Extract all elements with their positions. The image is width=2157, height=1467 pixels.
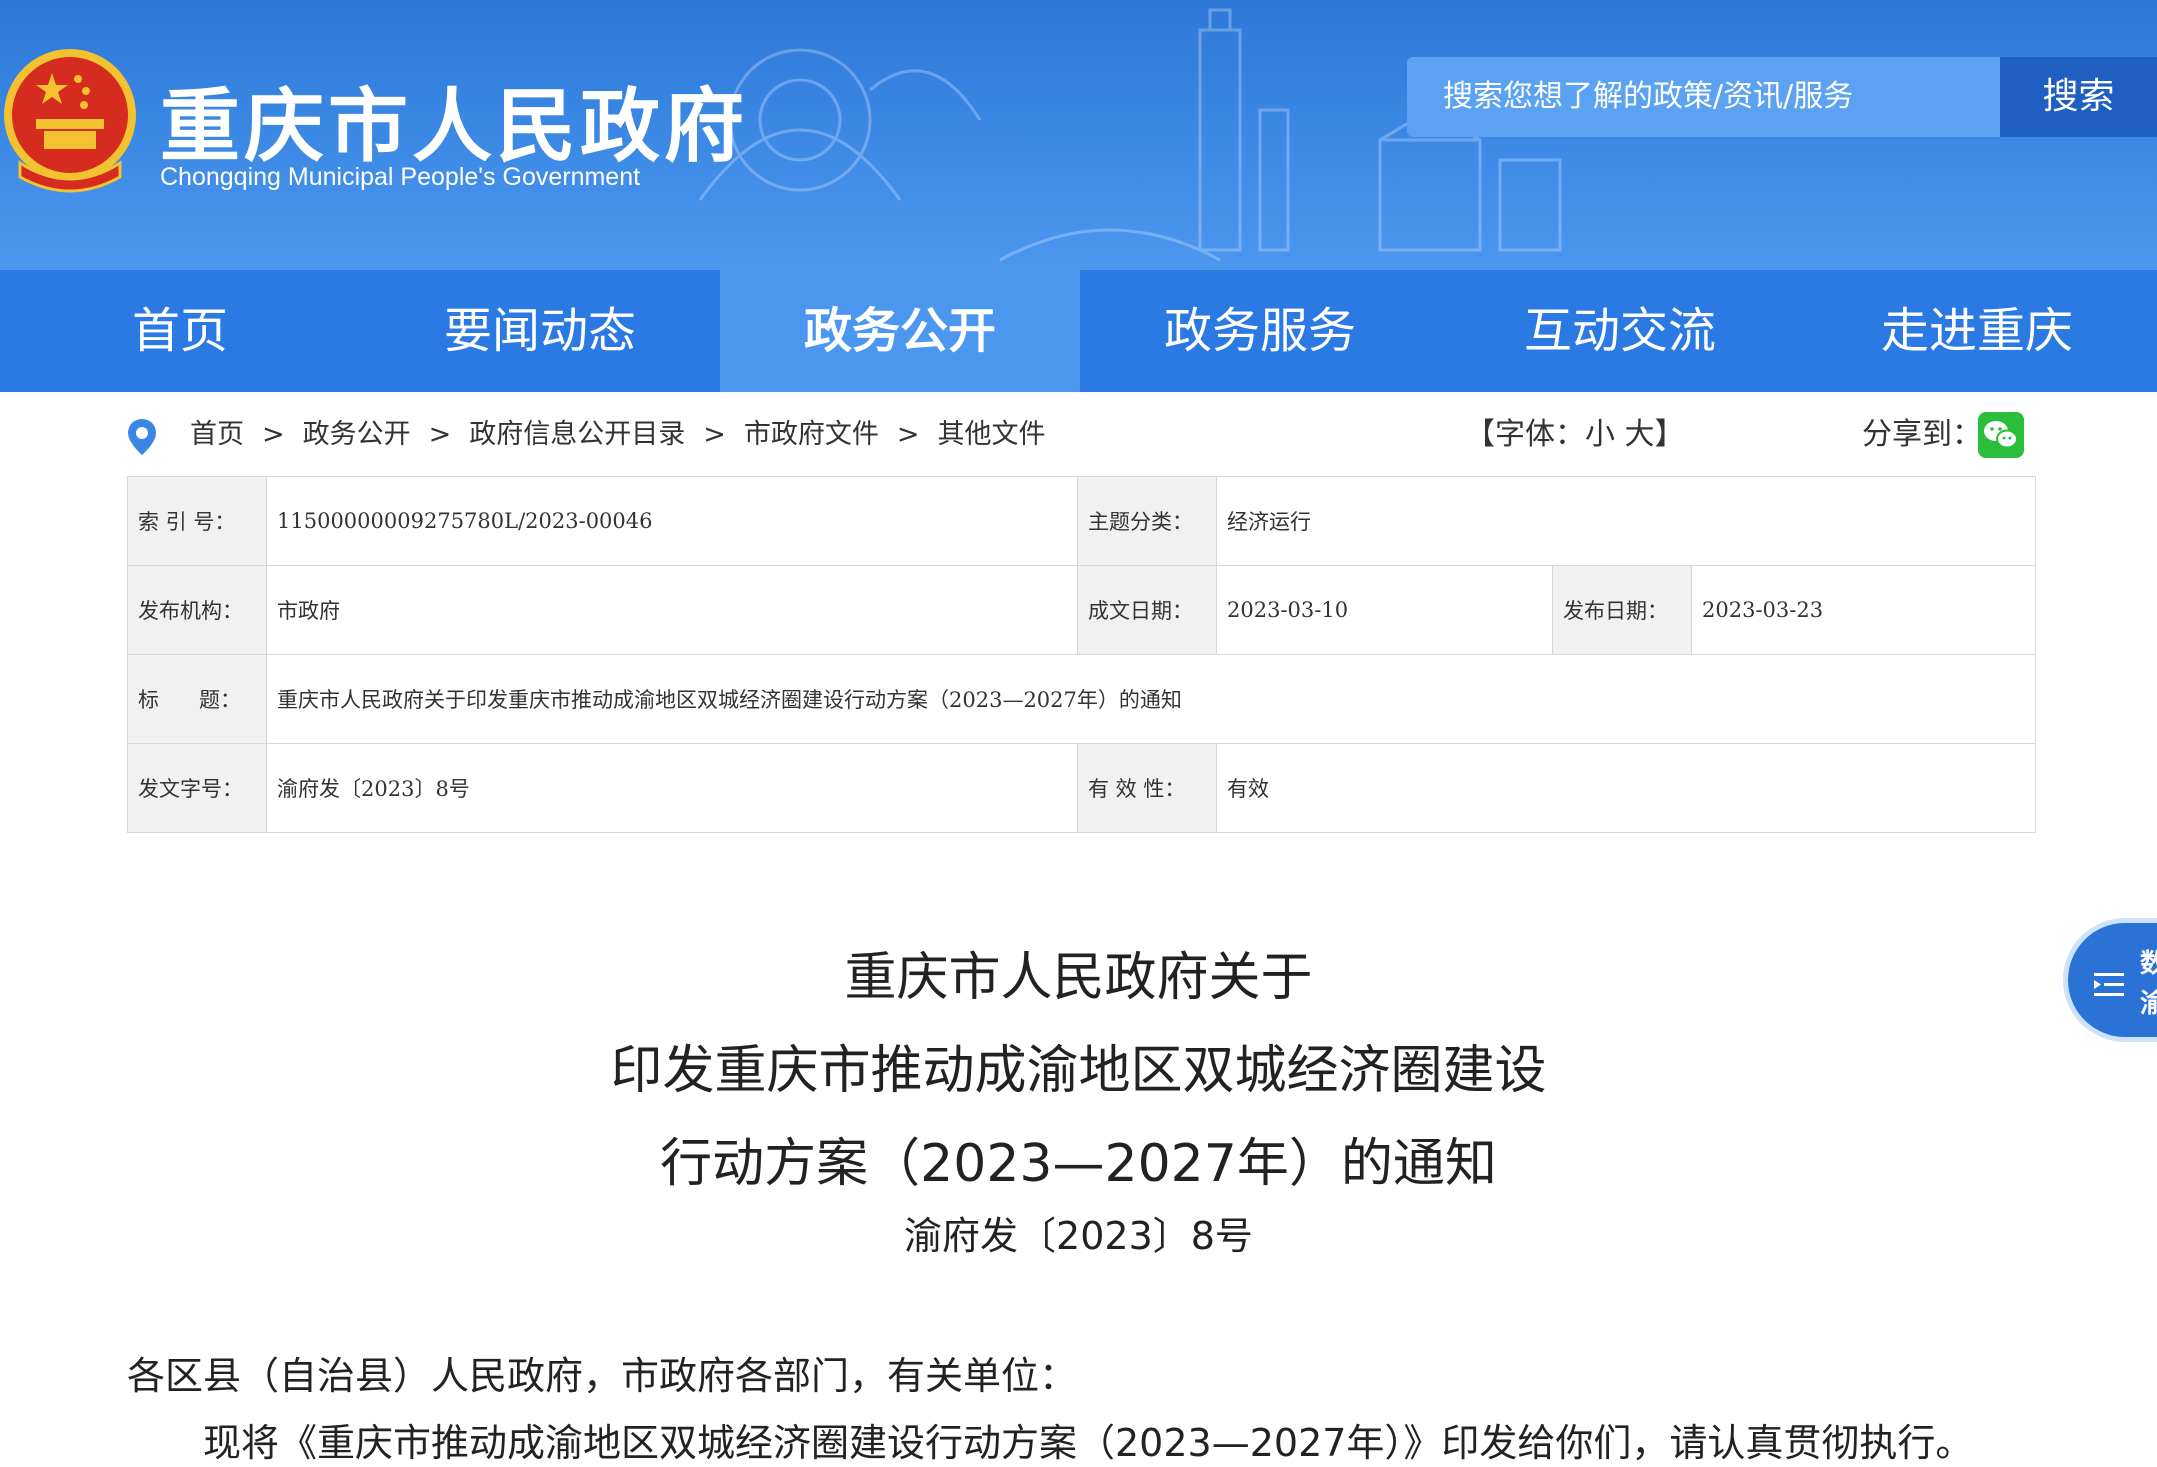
document-info-table: 索 引 号： 11500000009275780L/2023-00046 主题分… [127,476,2036,833]
article-title-line-3: 行动方案（2023—2027年）的通知 [660,1134,1497,1194]
publish-date-label: 发布日期： [1552,565,1692,655]
nav-item-news[interactable]: 要闻动态 [360,270,720,392]
article-title-line-1: 重庆市人民政府关于 [844,948,1313,1008]
share-label: 分享到： [1862,417,1982,452]
location-pin-icon [128,419,156,455]
main-nav: 首页 要闻动态 政务公开 政务服务 互动交流 走进重庆 [0,270,2157,392]
table-row: 索 引 号： 11500000009275780L/2023-00046 主题分… [127,476,2036,566]
nav-item-about-chongqing[interactable]: 走进重庆 [1797,270,2157,392]
publisher-value: 市政府 [266,565,1078,655]
validity-value: 有效 [1216,743,2036,833]
nav-item-gov-affairs[interactable]: 政务公开 [720,270,1080,392]
nav-item-interaction[interactable]: 互动交流 [1440,270,1800,392]
topic-label: 主题分类： [1077,476,1217,566]
publisher-label: 发布机构： [127,565,267,655]
table-row: 标 题： 重庆市人民政府关于印发重庆市推动成渝地区双城经济圈建设行动方案（202… [127,654,2036,744]
float-label-1: 数 [2140,949,2157,979]
search-button[interactable]: 搜索 [2000,57,2157,137]
index-label: 索 引 号： [127,476,267,566]
breadcrumb: 首页 > 政务公开 > 政府信息公开目录 > 市政府文件 > 其他文件 [190,412,1046,458]
validity-label: 有 效 性： [1077,743,1217,833]
publish-date-value: 2023-03-23 [1691,565,2036,655]
site-title[interactable]: 重庆市人民政府 [160,62,748,178]
breadcrumb-separator: > [428,419,452,450]
breadcrumb-city-docs[interactable]: 市政府文件 [744,419,879,450]
national-emblem-icon [4,49,136,193]
article-salutation: 各区县（自治县）人民政府，市政府各部门，有关单位： [127,1354,1078,1398]
topic-value: 经济运行 [1216,476,2036,566]
font-size-control[interactable]: 【字体：小 大】 [1465,412,1685,458]
float-label-2: 渝 [2140,989,2157,1019]
nav-item-home[interactable]: 首页 [0,270,360,392]
title-value: 重庆市人民政府关于印发重庆市推动成渝地区双城经济圈建设行动方案（2023—202… [266,654,2036,744]
table-row: 发布机构： 市政府 成文日期： 2023-03-10 发布日期： 2023-03… [127,565,2036,655]
breadcrumb-separator: > [262,419,285,450]
search-input[interactable]: 搜索您想了解的政策/资讯/服务 [1407,57,2000,137]
breadcrumb-other-docs[interactable]: 其他文件 [938,419,1046,450]
breadcrumb-gov-affairs[interactable]: 政务公开 [303,419,411,450]
doc-number-value: 渝府发〔2023〕8号 [266,743,1078,833]
breadcrumb-separator: > [703,419,726,450]
breadcrumb-catalog[interactable]: 政府信息公开目录 [469,419,685,450]
list-menu-icon [2094,973,2124,996]
site-subtitle: Chongqing Municipal People's Government [160,163,641,191]
written-date-label: 成文日期： [1077,565,1217,655]
breadcrumb-separator: > [896,419,920,450]
doc-number-label: 发文字号： [127,743,267,833]
table-row: 发文字号： 渝府发〔2023〕8号 有 效 性： 有效 [127,743,2036,833]
written-date-value: 2023-03-10 [1216,565,1553,655]
site-header: 重庆市人民政府 Chongqing Municipal People's Gov… [0,0,2157,270]
nav-item-services[interactable]: 政务服务 [1080,270,1440,392]
wechat-share-icon[interactable] [1978,412,2024,458]
article-title-line-2: 印发重庆市推动成渝地区双城经济圈建设 [610,1041,1547,1101]
article-body: 现将《重庆市推动成渝地区双城经济圈建设行动方案（2023—2027年）》印发给你… [203,1421,1974,1465]
index-value: 11500000009275780L/2023-00046 [266,476,1078,566]
breadcrumb-bar: 首页 > 政务公开 > 政府信息公开目录 > 市政府文件 > 其他文件 【字体：小 大】 分享到… [0,392,2157,477]
title-label: 标 题： [127,654,267,744]
breadcrumb-home[interactable]: 首页 [190,419,244,450]
article-doc-number: 渝府发〔2023〕8号 [904,1214,1253,1258]
